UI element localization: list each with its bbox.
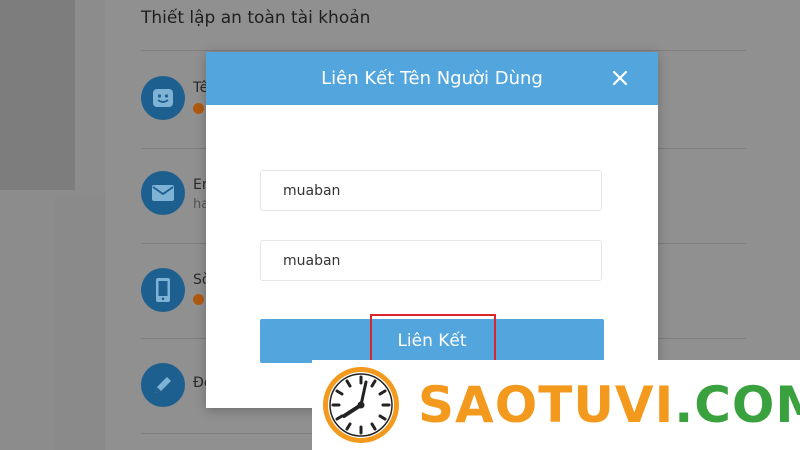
dialog-title: Liên Kết Tên Người Dùng [321,68,543,89]
link-username-dialog: Liên Kết Tên Người Dùng muaban muaban Li… [206,52,658,408]
username-input[interactable]: muaban [260,170,602,211]
close-icon[interactable] [608,66,632,90]
section-title: Thiết lập an toàn tài khoản [141,8,371,28]
warning-icon [193,103,204,114]
background-sidebar [0,0,75,190]
background-sidebar-lower [55,195,105,450]
logo-text-part1: SAOTUVI [418,376,675,434]
link-button-label: Liên Kết [397,331,467,351]
password-input-value: muaban [283,252,341,269]
divider [141,50,746,51]
logo-text-part2: .COM [674,376,800,434]
link-button[interactable]: Liên Kết [260,319,604,363]
mail-icon [141,171,185,215]
pencil-icon [141,363,185,407]
password-input[interactable]: muaban [260,240,602,281]
username-input-value: muaban [283,182,341,199]
phone-icon [141,268,185,312]
dialog-header: Liên Kết Tên Người Dùng [206,52,658,105]
watermark-logo-text: SAOTUVI.COM [418,372,800,438]
warning-icon [193,294,204,305]
face-icon [141,76,185,120]
clock-logo-icon [323,367,399,443]
